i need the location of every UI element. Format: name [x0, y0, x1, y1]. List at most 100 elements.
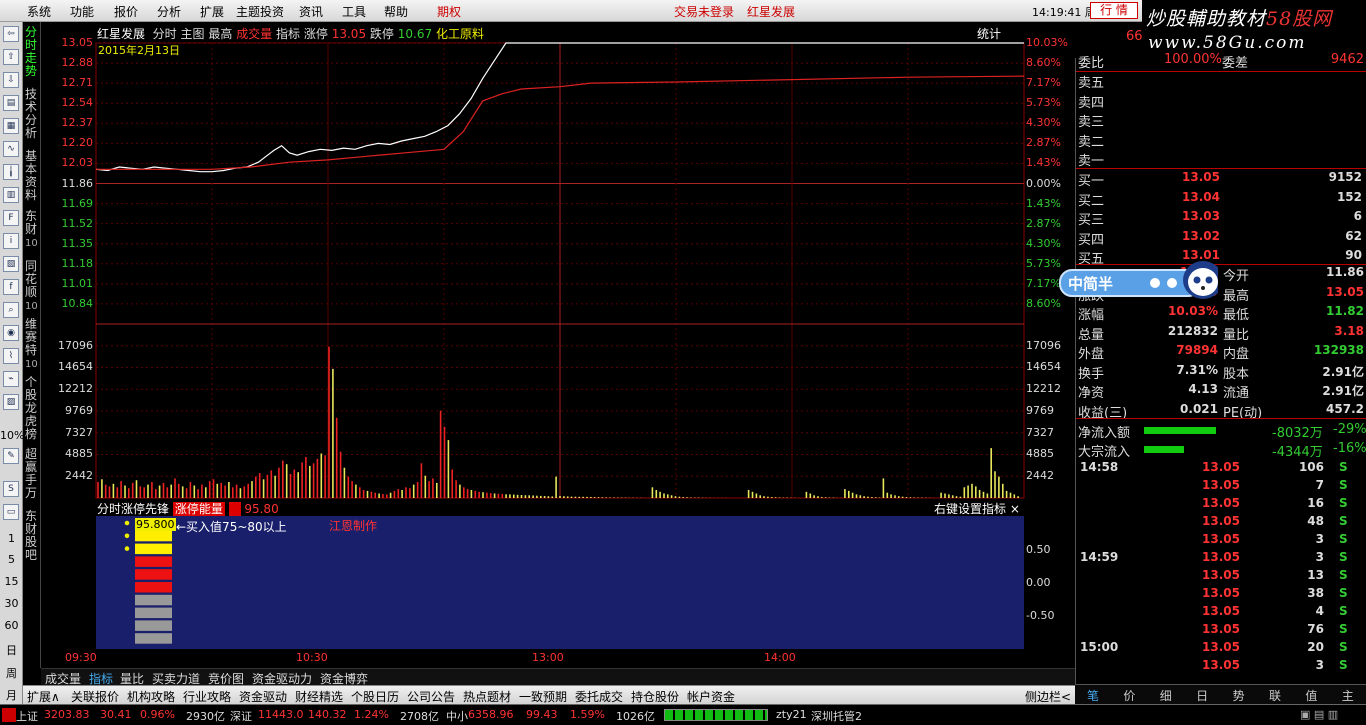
- menu-options[interactable]: 期权: [437, 3, 461, 20]
- vtab-vst[interactable]: 维赛特 10: [25, 318, 39, 371]
- screener-icon[interactable]: ▧: [3, 256, 19, 272]
- menu-tools[interactable]: 工具: [342, 3, 366, 20]
- intraday-chart[interactable]: 红星发展 分时 主图 最高 成交量 指标 涨停 13.05 跌停 10.67 化…: [41, 22, 1075, 680]
- chart-item-volume[interactable]: 成交量: [236, 27, 272, 41]
- input-method-badge[interactable]: 中简半: [1058, 254, 1218, 300]
- right-tab[interactable]: 价: [1111, 687, 1147, 704]
- func-account[interactable]: 帐户资金: [687, 688, 735, 705]
- vtab-dragon-tiger[interactable]: 个股龙虎榜: [25, 376, 39, 441]
- period-5[interactable]: 5: [0, 553, 23, 566]
- info-icon[interactable]: i: [3, 233, 19, 249]
- func-positions[interactable]: 持仓股份: [631, 688, 679, 705]
- func-industry[interactable]: 行业攻略: [183, 688, 231, 705]
- chart-item-indicator[interactable]: 指标: [276, 27, 300, 41]
- forward-icon[interactable]: ⇧: [3, 49, 19, 65]
- chart4-icon[interactable]: ▨: [3, 394, 19, 410]
- func-orders[interactable]: 委托成交: [575, 688, 623, 705]
- menu-extend[interactable]: 扩展: [200, 3, 224, 20]
- right-tab[interactable]: 主: [1330, 687, 1366, 704]
- fs-icon[interactable]: S: [3, 481, 19, 497]
- period-30[interactable]: 30: [0, 597, 23, 610]
- indicator-title[interactable]: 分时涨停先锋: [97, 502, 169, 516]
- buy-level-label[interactable]: 买四: [1078, 229, 1104, 248]
- period-1[interactable]: 1: [0, 532, 23, 545]
- period-15[interactable]: 15: [0, 575, 23, 588]
- right-tab[interactable]: 笔: [1075, 687, 1111, 704]
- sz-label[interactable]: 深证: [230, 708, 252, 724]
- vtab-eastmoney[interactable]: 东财 10: [25, 210, 39, 250]
- vtab-technical[interactable]: 技术分析: [25, 88, 39, 140]
- menu-help[interactable]: 帮助: [384, 3, 408, 20]
- right-tab[interactable]: 势: [1221, 687, 1257, 704]
- buy-level-label[interactable]: 买一: [1078, 170, 1104, 189]
- sector-icon[interactable]: ◉: [3, 325, 19, 341]
- chart2-icon[interactable]: ⌇: [3, 348, 19, 364]
- menu-function[interactable]: 功能: [70, 3, 94, 20]
- percent-icon[interactable]: 10%: [0, 429, 24, 442]
- buy-level-label[interactable]: 买二: [1078, 190, 1104, 209]
- period-day[interactable]: 日: [0, 642, 23, 658]
- sidebar-toggle[interactable]: 侧边栏<: [1025, 688, 1071, 705]
- indicator-settings-label[interactable]: 右键设置指标: [934, 502, 1006, 516]
- menu-analysis[interactable]: 分析: [157, 3, 181, 20]
- func-news-select[interactable]: 财经精选: [295, 688, 343, 705]
- right-tab[interactable]: 联: [1257, 687, 1293, 704]
- buy-level-label[interactable]: 买三: [1078, 209, 1104, 228]
- bar-icon[interactable]: ▥: [3, 187, 19, 203]
- zx-label[interactable]: 中小: [446, 708, 468, 724]
- vtab-guba[interactable]: 东财股吧: [25, 510, 39, 562]
- pencil-icon[interactable]: ✎: [3, 448, 19, 464]
- zoom-icon[interactable]: ⌕: [3, 302, 19, 318]
- trade-login-status[interactable]: 交易未登录: [674, 3, 734, 20]
- vtab-fundamentals[interactable]: 基本资料: [25, 150, 39, 202]
- vtab-intraday[interactable]: 分时走势: [25, 26, 39, 78]
- sell-level-label[interactable]: 卖四: [1078, 92, 1104, 111]
- chart-item-high[interactable]: 最高: [208, 27, 232, 41]
- quote-list-icon[interactable]: ▤: [3, 95, 19, 111]
- sector-label[interactable]: 化工原料: [436, 27, 484, 41]
- down-arrow-icon[interactable]: ⇩: [3, 72, 19, 88]
- vtab-super-win[interactable]: 超赢手万: [25, 448, 39, 500]
- func-consensus[interactable]: 一致预期: [519, 688, 567, 705]
- func-announcement[interactable]: 公司公告: [407, 688, 455, 705]
- chart3-icon[interactable]: ⌁: [3, 371, 19, 387]
- sell-level-label[interactable]: 卖二: [1078, 131, 1104, 150]
- sell-level-label[interactable]: 卖三: [1078, 111, 1104, 130]
- right-tab[interactable]: 日: [1184, 687, 1220, 704]
- back-icon[interactable]: ⇦: [3, 26, 19, 42]
- func-institution[interactable]: 机构攻略: [127, 688, 175, 705]
- func-fund-drive[interactable]: 资金驱动: [239, 688, 287, 705]
- f10-icon[interactable]: F: [3, 210, 19, 226]
- func-expand[interactable]: 扩展∧: [27, 688, 60, 705]
- menu-theme-invest[interactable]: 主题投资: [236, 3, 284, 20]
- period-60[interactable]: 60: [0, 619, 23, 632]
- right-tab[interactable]: 值: [1293, 687, 1329, 704]
- func-calendar[interactable]: 个股日历: [351, 688, 399, 705]
- stats-button[interactable]: 统计: [977, 25, 1001, 42]
- tick-volume: 3: [1315, 532, 1324, 546]
- line-chart-icon[interactable]: ∿: [3, 141, 19, 157]
- sell-level-label[interactable]: 卖一: [1078, 150, 1104, 169]
- menu-quote[interactable]: 报价: [114, 3, 138, 20]
- quote-mode-button[interactable]: 行 情: [1090, 2, 1138, 19]
- stat-value: 11.82: [1326, 304, 1364, 318]
- sell-level-label[interactable]: 卖五: [1078, 72, 1104, 91]
- period-week[interactable]: 周: [0, 665, 23, 681]
- doc-icon[interactable]: ▭: [3, 504, 19, 520]
- chart-item-intraday[interactable]: 分时: [153, 27, 177, 41]
- fx-icon[interactable]: f: [3, 279, 19, 295]
- func-hot-topics[interactable]: 热点题材: [463, 688, 511, 705]
- period-month[interactable]: 月: [0, 687, 23, 703]
- menu-news[interactable]: 资讯: [299, 3, 323, 20]
- grid-icon[interactable]: ▦: [3, 118, 19, 134]
- close-icon[interactable]: ×: [1010, 502, 1020, 516]
- candle-icon[interactable]: ╽: [3, 164, 19, 180]
- chart-item-main[interactable]: 主图: [181, 27, 205, 41]
- vtab-ths[interactable]: 同花顺 10: [25, 260, 39, 313]
- func-related-quotes[interactable]: 关联报价: [71, 688, 119, 705]
- menu-system[interactable]: 系统: [27, 3, 51, 20]
- right-tab[interactable]: 细: [1148, 687, 1184, 704]
- user-name: zty21: [776, 708, 807, 721]
- sh-label[interactable]: 上证: [16, 708, 38, 724]
- volume-tick: 9769: [65, 404, 93, 417]
